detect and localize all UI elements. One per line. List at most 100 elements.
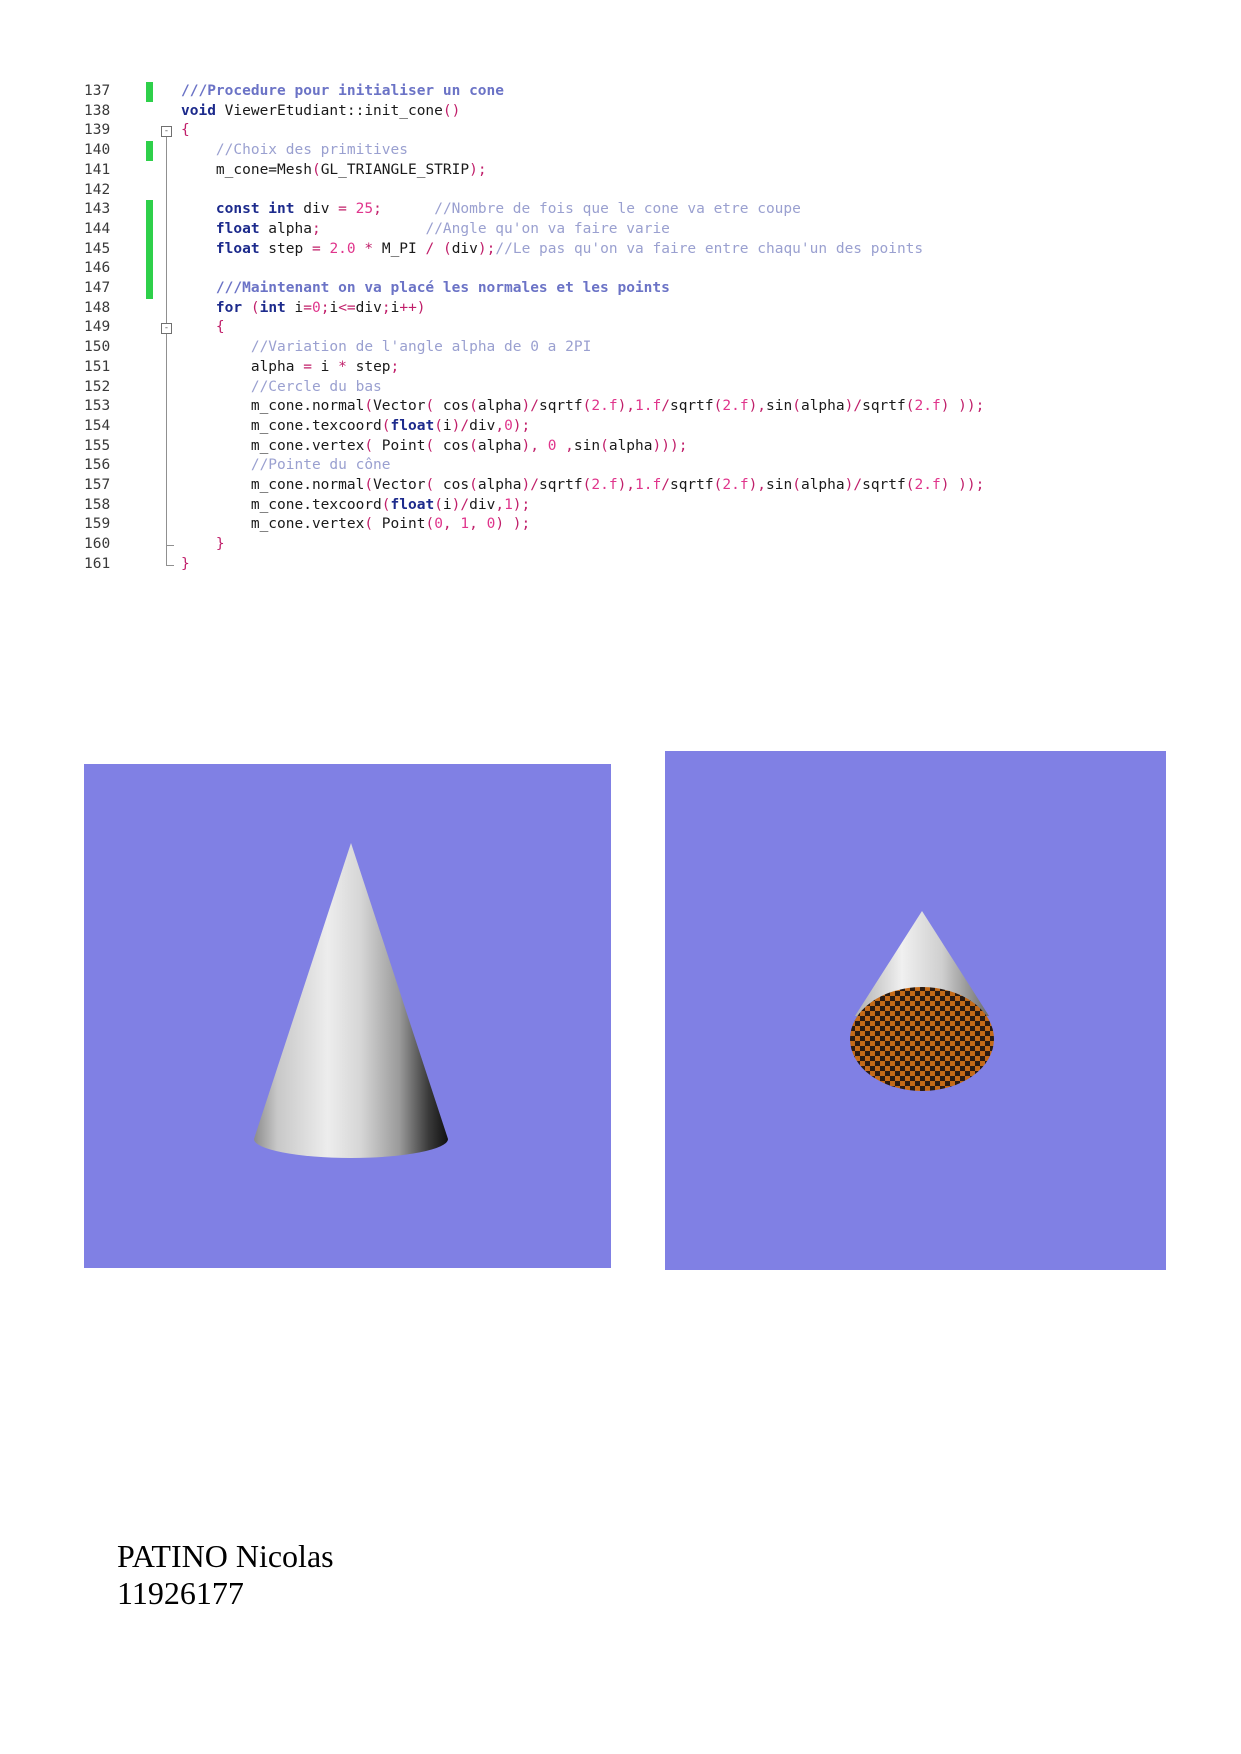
- code-token: )));: [652, 437, 688, 454]
- fold-end: [166, 564, 174, 566]
- code-token: /: [661, 477, 670, 493]
- code-token: *: [364, 240, 374, 257]
- code-token: step: [346, 358, 391, 375]
- code-token: )/: [521, 398, 539, 415]
- code-text: m_cone.vertex( Point( cos(alpha), 0 ,sin…: [181, 437, 688, 457]
- code-token: ));: [958, 477, 985, 493]
- code-token: M_PI: [373, 240, 426, 257]
- code-token: ,: [469, 516, 478, 533]
- code-token: alpha: [477, 398, 522, 415]
- code-token: );: [512, 417, 531, 434]
- code-token: //Pointe du cône: [250, 457, 391, 474]
- code-token: sqrtf: [538, 477, 583, 493]
- code-text: ///Maintenant on va placé les normales e…: [181, 279, 670, 299]
- line-number: 153: [84, 398, 111, 415]
- code-token: /: [425, 240, 435, 257]
- code-token: //Le pas qu'on va faire entre chaqu'un d…: [495, 240, 924, 257]
- code-token: alpha: [608, 437, 653, 454]
- code-text: float step = 2.0 * M_PI / (div);//Le pas…: [181, 240, 923, 260]
- line-number: 150: [84, 339, 111, 356]
- line-number: 146: [84, 260, 111, 277]
- code-text: alpha = i * step;: [181, 358, 399, 378]
- code-token: alpha: [477, 437, 522, 454]
- code-token: m_cone.normal: [181, 477, 365, 493]
- code-text: m_cone.texcoord(float(i)/div,0);: [181, 417, 530, 437]
- code-token: )/: [451, 496, 470, 513]
- line-number: 161: [84, 555, 111, 572]
- line-number: 158: [84, 496, 111, 513]
- fold-rail: [166, 334, 167, 546]
- change-marker: [146, 82, 153, 102]
- code-token: (: [425, 398, 435, 415]
- line-number: 149: [84, 319, 111, 336]
- code-token: 2.f: [591, 477, 618, 493]
- code-token: ;: [373, 201, 382, 218]
- code-token: //Cercle du bas: [250, 378, 382, 395]
- line-number: 144: [84, 220, 111, 237]
- code-token: alpha: [259, 220, 312, 237]
- code-token: ///Procedure pour initialiser un cone: [181, 83, 505, 99]
- code-token: (: [469, 398, 478, 415]
- code-token: div: [451, 240, 478, 257]
- code-token: //Nombre de fois que le cone va etre cou…: [434, 201, 801, 218]
- code-token: ,: [442, 516, 452, 533]
- code-token: sqrtf: [538, 398, 583, 415]
- code-token: m_cone.texcoord: [181, 496, 382, 513]
- code-token: 1: [460, 516, 470, 533]
- code-token: (: [381, 496, 391, 513]
- fold-toggle[interactable]: -: [161, 126, 172, 138]
- code-token: float: [215, 220, 260, 237]
- code-token: div: [294, 201, 339, 218]
- code-token: )/: [844, 477, 863, 493]
- line-number: 138: [84, 102, 111, 119]
- code-token: alpha: [477, 477, 522, 493]
- code-token: )/: [844, 398, 863, 415]
- code-token: =: [303, 358, 312, 375]
- code-text: for (int i=0;i<=div;i++): [181, 299, 426, 319]
- code-token: (: [364, 437, 374, 454]
- code-token: 2.f: [914, 477, 941, 493]
- line-number: 145: [84, 240, 111, 257]
- code-token: =: [311, 240, 321, 257]
- line-number: 141: [84, 161, 111, 178]
- code-token: Vector: [373, 398, 426, 415]
- code-token: {: [181, 122, 190, 139]
- code-token: m_cone=Mesh: [181, 161, 312, 178]
- code-token: (: [425, 516, 435, 533]
- line-number: 142: [84, 181, 111, 198]
- code-text: void ViewerEtudiant::init_cone(): [181, 102, 460, 122]
- code-token: 2.f: [914, 398, 941, 415]
- code-token: alpha: [800, 398, 845, 415]
- code-token: sin: [766, 398, 793, 415]
- code-token: ),: [748, 398, 767, 415]
- code-token: 0: [434, 516, 443, 533]
- line-number: 137: [84, 83, 111, 99]
- code-token: Point: [373, 437, 426, 454]
- student-id: 11926177: [117, 1575, 244, 1611]
- code-text: m_cone.vertex( Point(0, 1, 0) );: [181, 515, 530, 535]
- code-token: m_cone.vertex: [181, 437, 365, 454]
- code-token: (: [442, 240, 452, 257]
- code-token: 0: [504, 417, 513, 434]
- fold-toggle[interactable]: -: [161, 323, 172, 335]
- code-token: (: [792, 398, 801, 415]
- code-token: ));: [958, 398, 985, 415]
- code-token: sqrtf: [862, 477, 906, 493]
- line-number: 159: [84, 516, 111, 533]
- code-token: ),: [617, 398, 636, 415]
- code-text: float alpha; //Angle qu'on va faire vari…: [181, 220, 670, 240]
- code-token: 1.f: [635, 398, 662, 415]
- code-text: ///Procedure pour initialiser un cone: [181, 82, 504, 102]
- change-marker: [146, 279, 153, 299]
